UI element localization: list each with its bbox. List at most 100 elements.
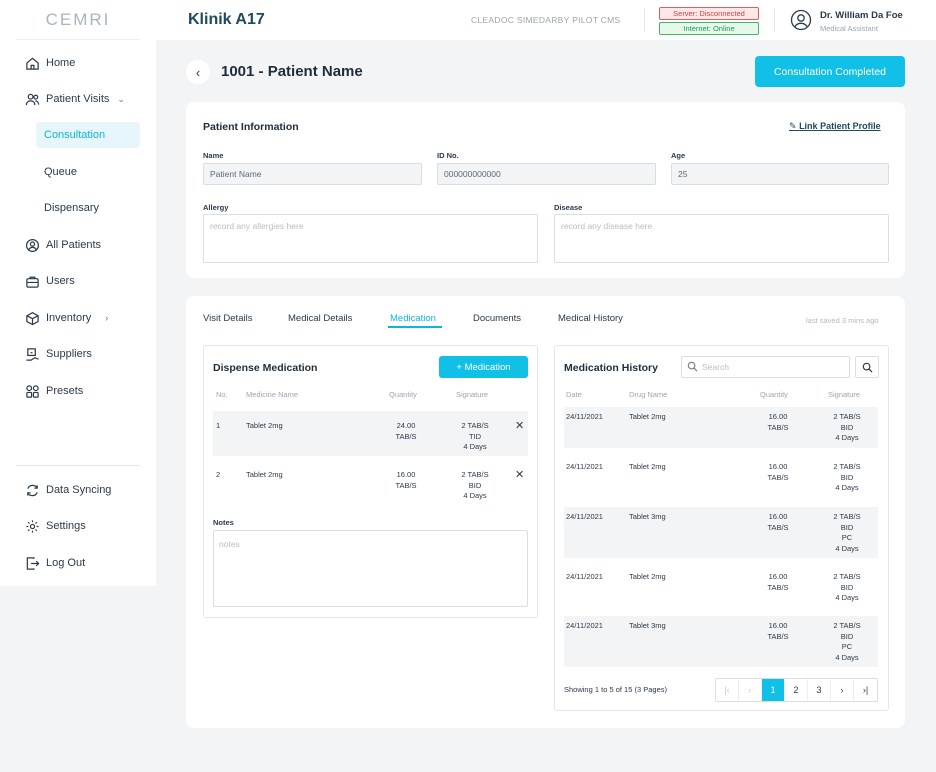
row-quantity: 24.00 TAB/S (395, 421, 417, 441)
back-button[interactable]: ‹ (186, 60, 210, 84)
briefcase-icon (24, 273, 40, 289)
col-header-signature: Signature (828, 390, 861, 399)
sidebar-item-suppliers[interactable]: Suppliers (16, 341, 140, 367)
header-divider (644, 8, 645, 32)
search-button[interactable] (855, 356, 879, 378)
logout-icon (24, 555, 40, 571)
users-icon (24, 91, 40, 107)
page-button-1[interactable]: 1 (762, 679, 785, 701)
notes-field[interactable]: notes (213, 530, 528, 607)
sidebar-item-consultation[interactable]: Consultation (36, 122, 140, 148)
row-date: 24/11/2021 (566, 462, 603, 471)
home-icon (24, 55, 40, 71)
patient-info-title: Patient Information (203, 121, 299, 133)
disease-field[interactable]: record any disease here (554, 214, 889, 263)
tab-medication[interactable]: Medication (390, 313, 436, 324)
sidebar-item-users[interactable]: Users (16, 268, 140, 294)
page-title: 1001 - Patient Name (221, 63, 363, 80)
row-date: 24/11/2021 (566, 512, 603, 521)
sidebar-item-inventory[interactable]: Inventory › (16, 305, 140, 331)
internet-status-badge: Internet: Online (659, 22, 759, 35)
sidebar-item-label: Home (46, 57, 76, 69)
col-header-signature: Signature (456, 390, 489, 399)
user-avatar-icon[interactable] (790, 9, 812, 31)
col-header-date: Date (566, 390, 582, 399)
row-signature: 2 TAB/S BID 4 Days (833, 462, 861, 492)
row-drug: Tablet 2mg (629, 572, 666, 581)
sidebar-item-label: Queue (44, 166, 78, 178)
row-no: 1 (216, 421, 221, 430)
sidebar-item-all-patients[interactable]: All Patients (16, 232, 140, 258)
page-button-2[interactable]: 2 (785, 679, 808, 701)
row-signature: 2 TAB/S BID 4 Days (461, 470, 489, 500)
row-medicine: Tablet 2mg (246, 470, 283, 479)
sidebar-item-dispensary[interactable]: Dispensary (16, 195, 140, 221)
user-name[interactable]: Dr. William Da Foe (820, 10, 903, 21)
page-button-3[interactable]: 3 (808, 679, 831, 701)
first-page-button[interactable]: |‹ (716, 679, 739, 701)
row-date: 24/11/2021 (566, 621, 603, 630)
top-header: Klinik A17 CLEADOC SIMEDARBY PILOT CMS S… (156, 0, 936, 40)
notes-label: Notes (213, 518, 234, 527)
name-field[interactable]: Patient Name (203, 163, 422, 185)
header-divider (774, 8, 775, 32)
history-search-input[interactable]: Search (681, 356, 850, 378)
clinic-name: Klinik A17 (188, 11, 265, 28)
tab-medical-history[interactable]: Medical History (558, 313, 623, 324)
remove-row-button[interactable]: ✕ (515, 419, 524, 432)
chevron-left-icon: ‹ (195, 64, 201, 80)
tab-documents[interactable]: Documents (473, 313, 521, 324)
sidebar: CEMRI Home Patient Visits ⌄ Consultation… (0, 0, 156, 586)
row-quantity: 16.00 TAB/S (767, 621, 789, 641)
col-header-quantity: Quantity (760, 390, 788, 399)
history-title: Medication History (564, 362, 658, 374)
row-signature: 2 TAB/S BID 4 Days (833, 412, 861, 442)
row-quantity: 16.00 TAB/S (395, 470, 417, 490)
row-quantity: 16.00 TAB/S (767, 512, 789, 532)
chevron-down-icon: ⌄ (117, 93, 125, 104)
tab-visit-details[interactable]: Visit Details (203, 313, 252, 324)
sidebar-item-label: Log Out (46, 557, 86, 569)
id-field[interactable]: 000000000000 (437, 163, 656, 185)
consultation-completed-button[interactable]: Consultation Completed (755, 56, 905, 87)
cms-name: CLEADOC SIMEDARBY PILOT CMS (471, 15, 621, 25)
sidebar-item-label: Suppliers (46, 348, 92, 360)
edit-icon: ✎ (789, 121, 797, 131)
row-drug: Tablet 2mg (629, 462, 666, 471)
sidebar-item-label: Inventory (46, 312, 92, 324)
row-no: 2 (216, 470, 221, 479)
sidebar-item-label: Presets (46, 385, 84, 397)
box-icon (24, 310, 40, 326)
sidebar-item-patient-visits[interactable]: Patient Visits ⌄ (16, 86, 140, 112)
link-patient-profile[interactable]: ✎ Link Patient Profile (789, 121, 881, 132)
col-header-no: No. (216, 390, 228, 399)
sidebar-item-label: Consultation (44, 129, 106, 141)
age-field[interactable]: 25 (671, 163, 889, 185)
last-page-button[interactable]: ›| (854, 679, 877, 701)
sidebar-item-home[interactable]: Home (16, 50, 140, 76)
next-page-button[interactable]: › (831, 679, 854, 701)
server-status-badge: Server: Disconnected (659, 7, 759, 20)
id-label: ID No. (437, 151, 459, 160)
prev-page-button[interactable]: ‹ (739, 679, 762, 701)
remove-row-button[interactable]: ✕ (515, 468, 524, 481)
sidebar-item-label: Users (46, 275, 75, 287)
sidebar-item-presets[interactable]: Presets (16, 378, 140, 404)
pagination: |‹ ‹ 1 2 3 › ›| (715, 678, 878, 702)
sidebar-item-logout[interactable]: Log Out (16, 550, 140, 576)
row-signature: 2 TAB/S BID PC 4 Days (833, 621, 861, 662)
col-header-drug: Drug Name (629, 390, 668, 399)
tab-medical-details[interactable]: Medical Details (288, 313, 352, 324)
age-label: Age (671, 151, 686, 160)
sidebar-item-label: Settings (46, 520, 86, 532)
dispense-title: Dispense Medication (213, 362, 318, 374)
active-tab-indicator (388, 326, 442, 328)
sidebar-item-data-syncing[interactable]: Data Syncing (16, 477, 140, 503)
allergy-field[interactable]: record any allergies here (203, 214, 538, 263)
pagination-info: Showing 1 to 5 of 15 (3 Pages) (564, 685, 667, 694)
add-medication-button[interactable]: + Medication (439, 356, 528, 378)
sidebar-item-label: Patient Visits (46, 93, 110, 105)
sidebar-item-settings[interactable]: Settings (16, 513, 140, 539)
last-saved-text: last saved 3 mins ago (806, 316, 879, 325)
sidebar-item-queue[interactable]: Queue (16, 159, 140, 185)
